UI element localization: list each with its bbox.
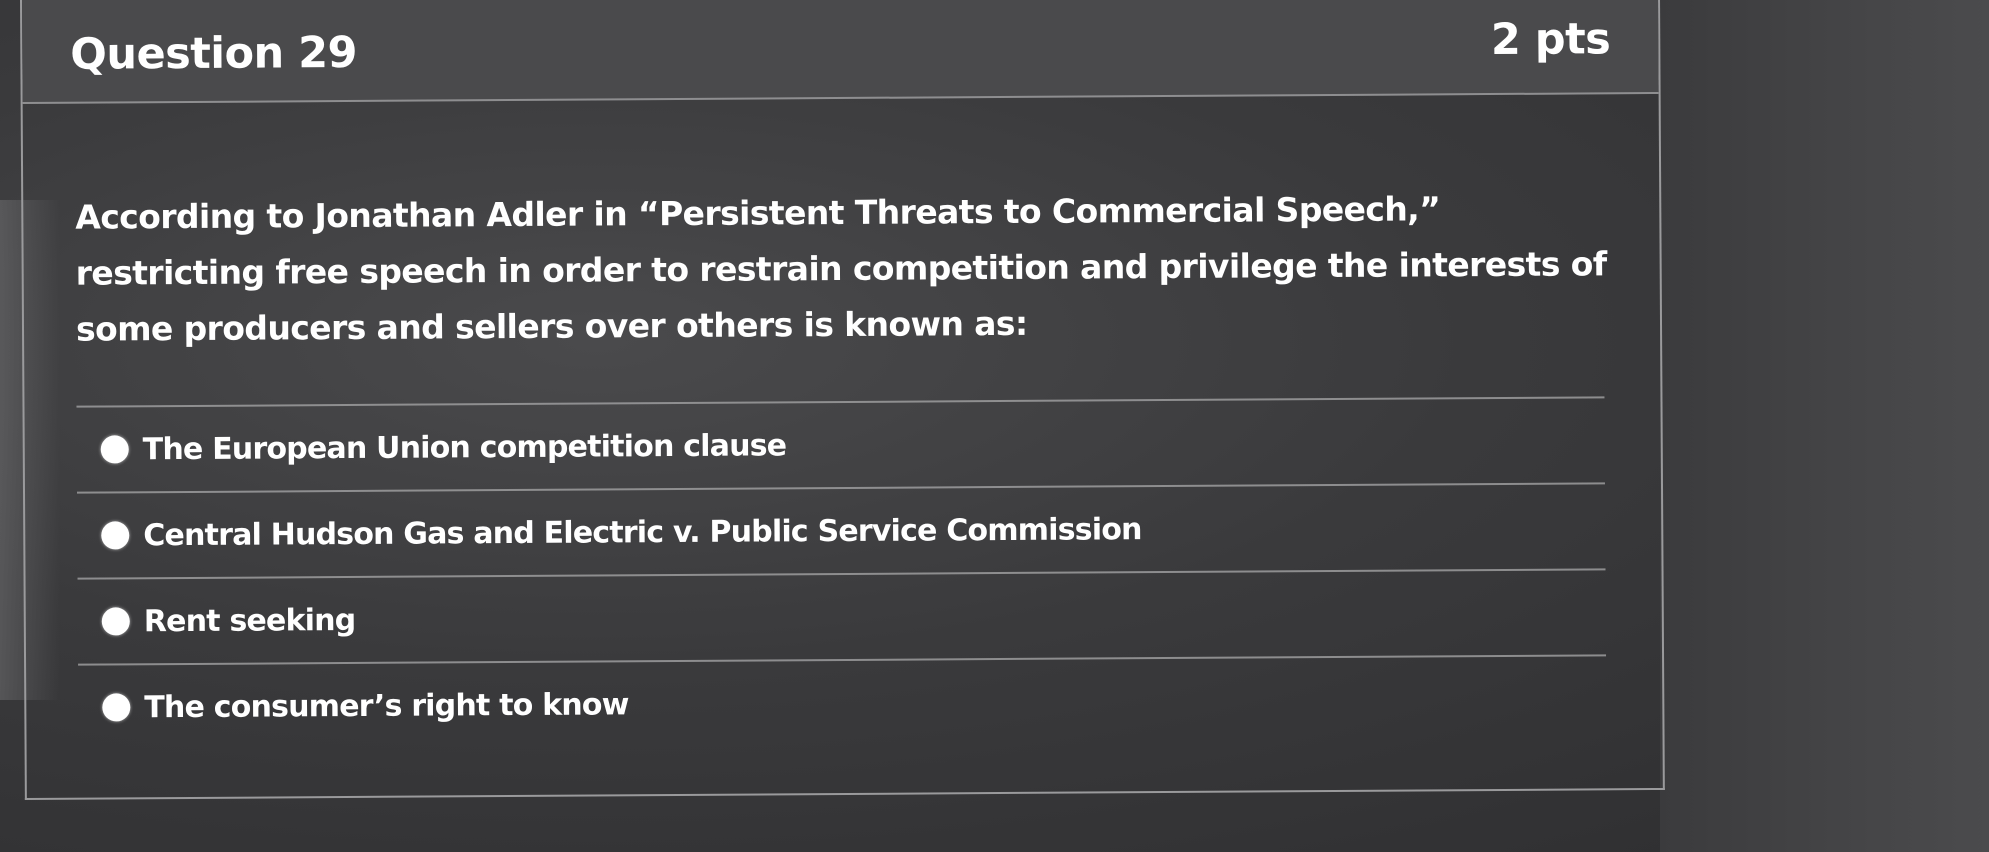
radio-button-icon[interactable] [101,521,130,550]
question-header: Question 29 2 pts [21,0,1659,104]
radio-button-icon[interactable] [102,693,131,722]
answer-label: Rent seeking [143,602,356,639]
question-text: According to Jonathan Adler in “Persiste… [75,189,1607,349]
answer-label: Central Hudson Gas and Electric v. Publi… [143,511,1142,553]
answer-list: The European Union competition clause Ce… [76,396,1607,749]
background-glare-right [1660,0,1989,852]
radio-button-icon[interactable] [100,435,129,464]
question-points: 2 pts [1490,14,1611,66]
question-card: Question 29 2 pts According to Jonathan … [20,0,1665,800]
answer-option-2[interactable]: Central Hudson Gas and Electric v. Publi… [77,484,1605,577]
answer-label: The European Union competition clause [142,427,787,467]
radio-button-icon[interactable] [101,607,130,636]
question-title: Question 29 [70,27,358,80]
answer-option-3[interactable]: Rent seeking [78,570,1606,663]
answer-option-4[interactable]: The consumer’s right to know [78,656,1606,749]
answer-option-1[interactable]: The European Union competition clause [76,398,1604,491]
answer-label: The consumer’s right to know [144,686,629,725]
question-body: According to Jonathan Adler in “Persiste… [23,94,1663,750]
